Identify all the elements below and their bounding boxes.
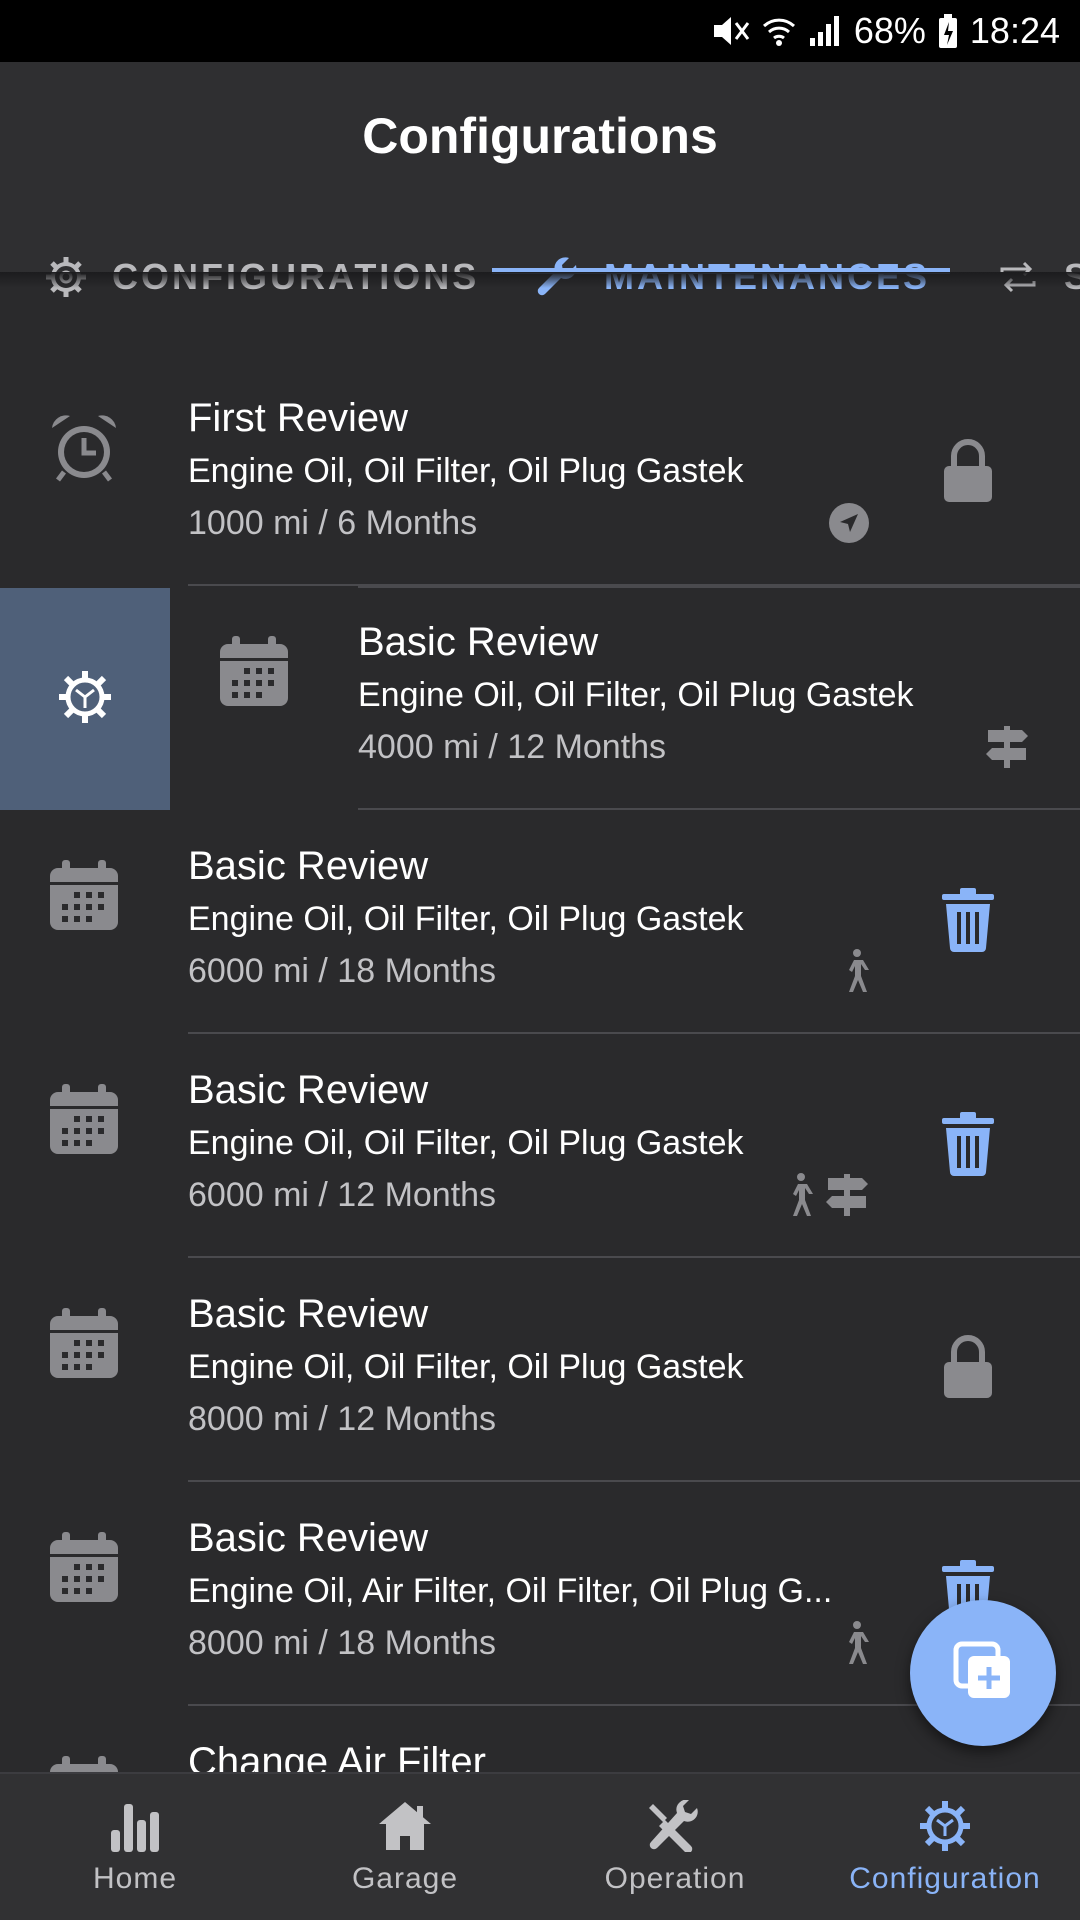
item-parts: Engine Oil, Oil Filter, Oil Plug Gastek — [358, 676, 914, 714]
mute-icon — [710, 13, 750, 49]
bar-chart-icon — [107, 1798, 163, 1854]
lock-icon[interactable] — [940, 1334, 996, 1400]
item-title: Basic Review — [188, 1516, 429, 1560]
item-parts: Engine Oil, Oil Filter, Oil Plug Gastek — [188, 452, 744, 490]
clock: 18:24 — [969, 10, 1060, 51]
signpost-icon — [984, 725, 1030, 773]
item-badges — [984, 725, 1030, 773]
item-parts: Engine Oil, Oil Filter, Oil Plug Gastek — [188, 1348, 744, 1386]
battery-percent: 68% — [853, 10, 926, 51]
walking-person-icon — [784, 1172, 814, 1223]
tools-icon — [647, 1798, 703, 1854]
list-item[interactable]: Basic Review Engine Oil, Oil Filter, Oil… — [0, 1258, 1080, 1482]
item-parts: Engine Oil, Oil Filter, Oil Plug Gastek — [188, 1124, 744, 1162]
trash-icon[interactable] — [940, 886, 996, 952]
swiped-content: Basic Review Engine Oil, Oil Filter, Oil… — [170, 586, 1080, 810]
calendar-icon — [46, 1530, 122, 1606]
battery-icon — [938, 13, 958, 49]
nav-label: Home — [92, 1862, 178, 1895]
item-title: Basic Review — [358, 620, 599, 664]
wifi-icon — [762, 13, 796, 49]
calendar-icon — [46, 1082, 122, 1158]
item-parts: Engine Oil, Oil Filter, Oil Plug Gastek — [188, 900, 744, 938]
app-bar: Configurations CONFIGURATIONS MAINTENANC… — [0, 62, 1080, 297]
signal-icon — [808, 13, 842, 49]
nav-garage[interactable]: Garage — [270, 1774, 540, 1920]
list-item[interactable]: First Review Engine Oil, Oil Filter, Oil… — [0, 362, 1080, 586]
navigation-arrow-icon — [828, 502, 870, 549]
list-item[interactable]: Basic Review Engine Oil, Oil Filter, Oil… — [0, 810, 1080, 1034]
item-badges — [840, 948, 870, 999]
item-badges — [840, 1620, 870, 1671]
swipe-action-settings[interactable] — [0, 588, 170, 810]
calendar-icon — [46, 1754, 122, 1772]
item-badges — [784, 1172, 870, 1223]
nav-operation[interactable]: Operation — [540, 1774, 810, 1920]
trash-icon[interactable] — [940, 1110, 996, 1176]
maintenance-list[interactable]: First Review Engine Oil, Oil Filter, Oil… — [0, 362, 1080, 1772]
add-copy-icon — [952, 1640, 1014, 1707]
status-bar: 68% 18:24 — [0, 0, 1080, 62]
divider — [358, 586, 1080, 588]
item-parts: Engine Oil, Air Filter, Oil Filter, Oil … — [188, 1572, 833, 1610]
item-interval: 6000 mi / 12 Months — [188, 1176, 497, 1214]
page-title: Configurations — [362, 108, 718, 164]
nav-label: Garage — [351, 1862, 459, 1895]
alarm-clock-icon — [46, 410, 122, 486]
calendar-icon — [46, 1306, 122, 1382]
nav-configuration[interactable]: Configuration — [810, 1774, 1080, 1920]
nav-home[interactable]: Home — [0, 1774, 270, 1920]
walking-person-icon — [840, 948, 870, 999]
list-item[interactable]: Change Air Filter — [0, 1706, 1080, 1772]
bottom-navigation: Home Garage Operation Configuration — [0, 1772, 1080, 1920]
item-interval: 1000 mi / 6 Months — [188, 504, 478, 542]
app-bar-shadow — [0, 272, 1080, 288]
item-title: First Review — [188, 396, 409, 440]
lock-icon[interactable] — [940, 438, 996, 504]
nav-label: Configuration — [849, 1862, 1041, 1895]
item-interval: 8000 mi / 18 Months — [188, 1624, 497, 1662]
item-title: Basic Review — [188, 1068, 429, 1112]
calendar-icon — [46, 858, 122, 934]
house-icon — [377, 1798, 433, 1854]
list-item[interactable]: Basic Review Engine Oil, Oil Filter, Oil… — [0, 1034, 1080, 1258]
calendar-icon — [216, 634, 292, 710]
item-title: Basic Review — [188, 1292, 429, 1336]
item-badges — [828, 502, 870, 548]
item-title: Basic Review — [188, 844, 429, 888]
list-item[interactable]: Basic Review Engine Oil, Oil Filter, Oil… — [0, 586, 1080, 810]
nav-label: Operation — [604, 1862, 746, 1895]
item-interval: 8000 mi / 12 Months — [188, 1400, 497, 1438]
item-interval: 6000 mi / 18 Months — [188, 952, 497, 990]
item-title: Change Air Filter — [188, 1740, 486, 1772]
item-interval: 4000 mi / 12 Months — [358, 728, 667, 766]
add-maintenance-button[interactable] — [910, 1600, 1056, 1746]
walking-person-icon — [840, 1620, 870, 1671]
gear-icon — [917, 1798, 973, 1854]
signpost-icon — [824, 1173, 870, 1221]
gear-icon — [57, 669, 113, 730]
